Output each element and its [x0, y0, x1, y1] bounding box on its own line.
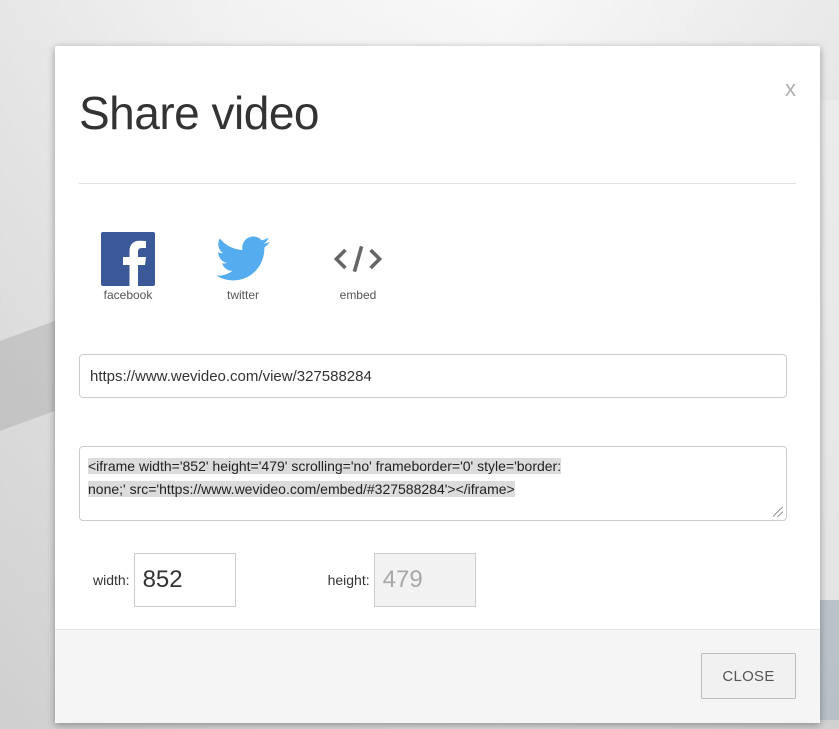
facebook-icon [101, 232, 155, 286]
share-twitter-button[interactable]: twitter [208, 232, 278, 302]
embed-dimensions: width: height: [93, 553, 476, 607]
height-label: height: [327, 572, 370, 588]
close-button[interactable]: CLOSE [701, 653, 796, 699]
embed-code-textarea[interactable]: <iframe width='852' height='479' scrolli… [79, 446, 787, 521]
facebook-label: facebook [103, 288, 153, 302]
share-options: facebook twitter embed [93, 232, 393, 302]
embed-code-line: none;' src='https://www.wevideo.com/embe… [88, 481, 515, 497]
embed-label: embed [339, 288, 377, 302]
embed-code-line: <iframe width='852' height='479' scrolli… [88, 458, 562, 474]
share-facebook-button[interactable]: facebook [93, 232, 163, 302]
twitter-label: twitter [226, 288, 259, 302]
backdrop-shape [0, 319, 60, 431]
twitter-icon [216, 232, 270, 286]
textarea-resize-handle[interactable] [773, 507, 783, 517]
close-x-button[interactable]: x [785, 76, 796, 102]
width-label: width: [93, 572, 130, 588]
embed-code-icon [331, 232, 385, 286]
share-video-dialog: Share video x facebook twitter embed htt… [55, 46, 820, 723]
title-divider [79, 183, 796, 184]
dialog-footer: CLOSE [55, 629, 820, 723]
width-input[interactable] [133, 553, 236, 607]
dialog-title: Share video [79, 87, 320, 139]
share-link-input[interactable] [79, 354, 787, 398]
share-embed-button[interactable]: embed [323, 232, 393, 302]
height-input [373, 553, 476, 607]
